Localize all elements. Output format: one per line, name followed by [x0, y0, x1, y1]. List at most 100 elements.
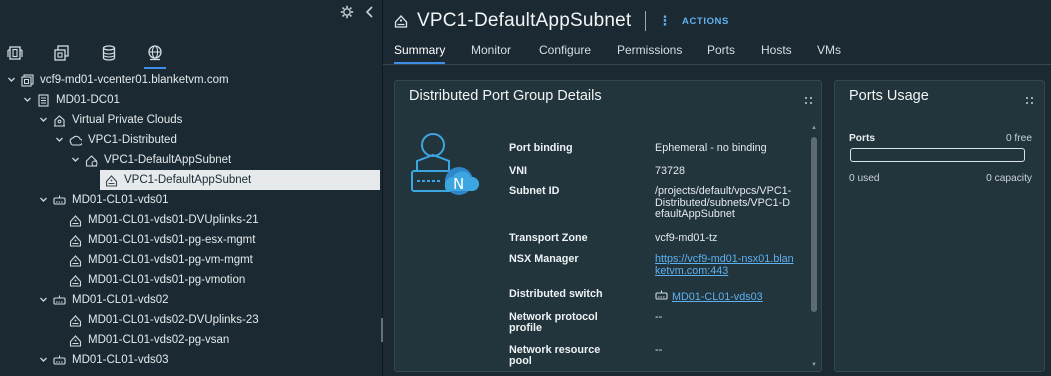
tab-configure[interactable]: Configure — [539, 43, 591, 62]
vds-icon — [52, 293, 66, 307]
tree-item[interactable]: MD01-CL01-vds01-pg-vm-mgmt — [0, 250, 382, 270]
vds-icon — [52, 193, 66, 207]
tree-item-label: Virtual Private Clouds — [72, 114, 183, 126]
property-value-text: -- — [655, 311, 663, 323]
tree-item-label: MD01-CL01-vds01-DVUplinks-21 — [88, 214, 259, 226]
tree-item-label: MD01-CL01-vds01-pg-esx-mgmt — [88, 234, 256, 246]
tree-item[interactable]: MD01-CL01-vds01-DVUplinks-21 — [0, 210, 382, 230]
tree-item[interactable]: MD01-CL01-vds02 — [0, 290, 382, 310]
ports-free: 0 free — [1005, 133, 1032, 144]
tab-permissions[interactable]: Permissions — [617, 43, 682, 62]
tree-item[interactable]: VPC1-DefaultAppSubnet — [0, 150, 382, 170]
gear-icon[interactable] — [340, 5, 354, 22]
chevron-down-icon[interactable] — [38, 195, 48, 206]
property-value-text: Ephemeral - no binding — [655, 142, 767, 154]
chevron-down-icon[interactable] — [70, 155, 80, 166]
property-value-text: 73728 — [655, 165, 686, 177]
ports-footer-row: 0 used 0 capacity — [849, 173, 1032, 184]
tree-item-label: MD01-CL01-vds02-DVUplinks-23 — [88, 314, 259, 326]
tree-item-label: MD01-CL01-vds02-pg-vsan — [88, 334, 230, 346]
tree-item-label: MD01-DC01 — [56, 94, 120, 106]
hosts-clusters-view-icon[interactable] — [3, 40, 29, 66]
portgroup-icon — [104, 173, 118, 187]
property-value[interactable]: MD01-CL01-vds03 — [655, 289, 795, 306]
actions-button[interactable]: ⋮ ACTIONS — [658, 13, 729, 29]
tree-item[interactable]: vcf9-md01-vcenter01.blanketvm.com — [0, 70, 382, 90]
portgroup-icon — [68, 233, 82, 247]
property-label: Transport Zone — [509, 232, 588, 244]
scroll-down-icon[interactable]: ▼ — [811, 362, 817, 368]
tree-item[interactable]: MD01-CL01-vds01-pg-esx-mgmt — [0, 230, 382, 250]
property-label: Distributed switch — [509, 288, 603, 300]
tab-vms[interactable]: VMs — [817, 43, 841, 62]
page-title: VPC1-DefaultAppSubnet — [417, 10, 632, 31]
ports-card-title: Ports Usage — [849, 88, 929, 104]
scrollbar-thumb[interactable] — [811, 137, 817, 312]
tree-item[interactable]: Virtual Private Clouds — [0, 110, 382, 130]
tab-monitor[interactable]: Monitor — [471, 43, 511, 62]
property-value[interactable]: https://vcf9-md01-nsx01.blanketvm.com:44… — [655, 253, 795, 277]
scroll-up-icon[interactable]: ▲ — [811, 125, 817, 131]
details-card-title: Distributed Port Group Details — [409, 88, 602, 104]
property-link[interactable]: https://vcf9-md01-nsx01.blanketvm.com:44… — [655, 253, 794, 277]
portgroup-icon — [68, 313, 82, 327]
tree-item[interactable]: MD01-DC01 — [0, 90, 382, 110]
tab-hosts[interactable]: Hosts — [761, 43, 792, 62]
collapse-panel-icon[interactable] — [365, 5, 375, 22]
ports-label: Ports — [849, 133, 876, 144]
chevron-down-icon[interactable] — [38, 115, 48, 126]
vms-templates-view-icon[interactable] — [49, 40, 75, 66]
property-label: VNI — [509, 165, 527, 177]
property-value-text: /projects/default/vpcs/VPC1-Distributed/… — [655, 185, 792, 220]
tab-summary[interactable]: Summary — [394, 43, 446, 64]
property-label: NSX Manager — [509, 253, 579, 265]
tree-item[interactable]: MD01-CL01-vds02-pg-vsan — [0, 330, 382, 350]
property-value-text: -- — [655, 344, 663, 356]
tree-item[interactable]: VPC1-Distributed — [0, 130, 382, 150]
tree-item-label: MD01-CL01-vds02 — [72, 294, 169, 306]
chevron-down-icon[interactable] — [54, 135, 64, 146]
property-value: vcf9-md01-tz — [655, 232, 795, 245]
chevron-down-icon[interactable] — [38, 295, 48, 306]
vcenter-icon — [20, 73, 34, 87]
ports-header-row: Ports 0 free — [849, 133, 1032, 144]
tree-item-label: MD01-CL01-vds03 — [72, 354, 169, 366]
property-label: Port binding — [509, 142, 573, 154]
tree-item[interactable]: MD01-CL01-vds03 — [0, 350, 382, 370]
subnet-icon — [84, 153, 98, 167]
vds-icon — [655, 289, 668, 306]
networking-view-icon[interactable] — [142, 40, 168, 69]
property-label: Network resource pool — [509, 344, 601, 367]
chevron-down-icon[interactable] — [22, 95, 32, 106]
actions-label: ACTIONS — [682, 15, 729, 27]
tree-item[interactable]: MD01-CL01-vds01 — [0, 190, 382, 210]
chevron-down-icon[interactable] — [6, 75, 16, 86]
property-value: Ephemeral - no binding — [655, 142, 795, 155]
distributed-portgroup-illustration: N — [409, 131, 481, 201]
tree-item[interactable]: VPC1-DefaultAppSubnet — [100, 170, 380, 190]
property-value: -- — [655, 344, 795, 357]
vds-icon — [52, 353, 66, 367]
chevron-down-icon[interactable] — [38, 355, 48, 366]
property-link[interactable]: MD01-CL01-vds03 — [672, 291, 763, 303]
drag-handle-icon[interactable] — [1026, 97, 1034, 105]
tree-item-label: VPC1-Distributed — [88, 134, 177, 146]
inventory-view-tabs — [0, 36, 382, 70]
object-tabs: Summary Monitor Configure Permissions Ports H… — [383, 40, 1051, 65]
ports-used: 0 used — [849, 173, 880, 184]
storage-view-icon[interactable] — [96, 40, 122, 66]
vpc-folder-icon — [52, 113, 66, 127]
tree-item[interactable]: MD01-CL01-vds01-pg-vmotion — [0, 270, 382, 290]
property-value-text: vcf9-md01-tz — [655, 232, 718, 244]
portgroup-icon — [68, 253, 82, 267]
inventory-panel: vcf9-md01-vcenter01.blanketvm.com MD01-DC… — [0, 0, 383, 376]
tab-ports[interactable]: Ports — [707, 43, 735, 62]
tree-item-label: VPC1-DefaultAppSubnet — [104, 154, 232, 166]
drag-handle-icon[interactable] — [805, 97, 813, 105]
details-scrollbar[interactable]: ▲ ▼ — [811, 125, 817, 368]
more-vertical-icon: ⋮ — [658, 13, 672, 28]
ports-usage-bar — [850, 148, 1025, 162]
tree-item-label: MD01-CL01-vds01 — [72, 194, 169, 206]
ports-usage-card: Ports Usage Ports 0 free 0 used 0 capaci… — [834, 80, 1045, 372]
tree-item[interactable]: MD01-CL01-vds02-DVUplinks-23 — [0, 310, 382, 330]
